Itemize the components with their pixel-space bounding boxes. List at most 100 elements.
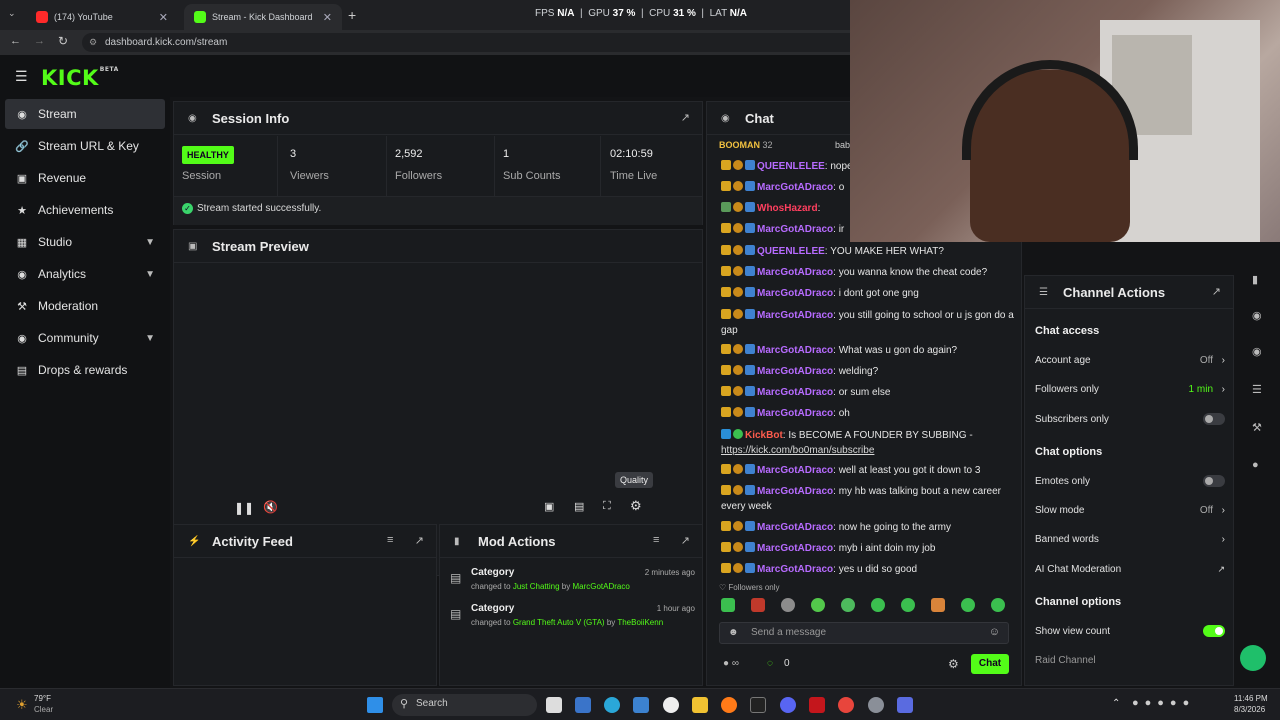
send-chat-button[interactable]: Chat (971, 654, 1009, 674)
edge-icon[interactable] (604, 697, 620, 713)
sidebar-item-stream[interactable]: ◉ Stream (5, 99, 165, 129)
sidebar-item-stream-url-key[interactable]: 🔗 Stream URL & Key (5, 131, 165, 161)
subscribers-only-toggle[interactable] (1203, 413, 1225, 425)
fullscreen-icon[interactable]: ⛶ (603, 500, 611, 513)
pip-icon[interactable]: ▣ (544, 500, 554, 513)
extensions-icon[interactable]: ● (1252, 459, 1259, 471)
chat-username[interactable]: MarcGotADraco (757, 366, 833, 377)
emote-icon[interactable] (901, 598, 915, 612)
windows-start-icon[interactable] (367, 697, 383, 713)
clock-time[interactable]: 11:46 PM (1234, 694, 1268, 703)
sidebar-item-studio[interactable]: ▦ Studio ▼ (5, 227, 165, 257)
banned-words-row[interactable]: Banned words › (1035, 534, 1225, 545)
panel-icon[interactable]: ▮ (1252, 273, 1258, 286)
chat-username[interactable]: MarcGotADraco (757, 564, 833, 575)
file-explorer-icon[interactable] (692, 697, 708, 713)
chat-settings-icon[interactable]: ⚙ (948, 657, 959, 671)
chat-username[interactable]: MarcGotADraco (757, 522, 833, 533)
emoji-icon[interactable]: ☺ (989, 626, 1000, 638)
chat-username[interactable]: QUEENLELEE (757, 246, 825, 257)
wrench-icon[interactable]: ⚒ (1252, 421, 1262, 434)
new-tab-button[interactable]: + (348, 7, 356, 23)
clock-date[interactable]: 8/3/2026 (1234, 705, 1265, 714)
chrome-icon[interactable] (838, 697, 854, 713)
raid-channel-row[interactable]: Raid Channel (1035, 655, 1225, 666)
emote-icon[interactable] (811, 598, 825, 612)
chat-username[interactable]: MarcGotADraco (757, 387, 833, 398)
url-field[interactable]: ⚙ dashboard.kick.com/stream (82, 33, 882, 52)
app-icon[interactable] (809, 697, 825, 713)
tray-icons[interactable]: ●●●●● (1132, 697, 1195, 709)
emote-icon[interactable] (991, 598, 1005, 612)
emote-icon[interactable] (871, 598, 885, 612)
chat-username[interactable]: MarcGotADraco (757, 310, 833, 321)
chat-bubble-icon[interactable]: ◉ (1252, 309, 1262, 322)
broadcast-icon[interactable]: ◉ (1252, 345, 1262, 358)
popout-icon[interactable]: ↗ (681, 111, 690, 124)
sidebar-item-community[interactable]: ◉ Community ▼ (5, 323, 165, 353)
emote-icon[interactable] (721, 598, 735, 612)
users-icon[interactable]: ● ∞ (723, 658, 739, 669)
chat-username[interactable]: KickBot (745, 430, 783, 441)
tab-youtube[interactable]: (174) YouTube ✕ (26, 4, 178, 30)
emote-icon[interactable] (931, 598, 945, 612)
filter-icon[interactable]: ≡ (387, 534, 393, 546)
tab-kick-dashboard[interactable]: Stream - Kick Dashboard ✕ (184, 4, 342, 30)
sidebar-item-analytics[interactable]: ◉ Analytics ▼ (5, 259, 165, 289)
chat-username[interactable]: MarcGotADraco (757, 267, 833, 278)
chat-username[interactable]: MarcGotADraco (757, 486, 833, 497)
sidebar-item-moderation[interactable]: ⚒ Moderation (5, 291, 165, 321)
site-info-icon[interactable]: ⚙ (89, 33, 97, 52)
message-input[interactable]: ☻ Send a message ☺ (719, 622, 1009, 644)
emote-icon[interactable] (781, 598, 795, 612)
chat-username[interactable]: MarcGotADraco (757, 408, 833, 419)
followers-only-row[interactable]: Followers only 1 min › (1035, 384, 1225, 395)
app-icon[interactable] (575, 697, 591, 713)
tab-list-icon[interactable]: ⌄ (8, 8, 16, 19)
emotes-only-toggle[interactable] (1203, 475, 1225, 487)
popout-icon[interactable]: ↗ (1212, 285, 1221, 298)
reload-icon[interactable]: ↻ (58, 34, 68, 48)
sidebar-item-revenue[interactable]: ▣ Revenue (5, 163, 165, 193)
forward-icon[interactable]: → (34, 35, 45, 47)
back-icon[interactable]: ← (10, 35, 21, 47)
emote-icon[interactable] (961, 598, 975, 612)
chat-username[interactable]: MarcGotADraco (757, 288, 833, 299)
points-icon[interactable]: ◌ (767, 658, 773, 669)
list-icon[interactable]: ☰ (1252, 383, 1262, 396)
tray-chevron-icon[interactable]: ⌃ (1112, 698, 1120, 709)
firefox-icon[interactable] (721, 697, 737, 713)
task-view-icon[interactable] (546, 697, 562, 713)
close-tab-icon[interactable]: ✕ (159, 11, 168, 24)
filter-icon[interactable]: ≡ (653, 534, 659, 546)
settings-gear-icon[interactable]: ⚙ (630, 498, 642, 514)
app-icon[interactable] (633, 697, 649, 713)
sidebar-item-drops-rewards[interactable]: ▤ Drops & rewards (5, 355, 165, 385)
taskbar-search[interactable]: ⚲ Search (392, 694, 537, 716)
chat-username[interactable]: QUEENLELEE (757, 161, 825, 172)
chat-username[interactable]: MarcGotADraco (757, 543, 833, 554)
support-icon[interactable] (1240, 645, 1266, 671)
chat-username[interactable]: MarcGotADraco (757, 182, 833, 193)
chat-username[interactable]: MarcGotADraco (757, 345, 833, 356)
close-tab-icon[interactable]: ✕ (323, 11, 332, 24)
settings-icon[interactable] (868, 697, 884, 713)
pause-icon[interactable]: ❚❚ (234, 501, 254, 515)
chat-username[interactable]: WhosHazard (757, 203, 818, 214)
popout-icon[interactable]: ↗ (415, 534, 424, 547)
emote-picker-icon[interactable]: ☻ (728, 627, 739, 638)
chat-username[interactable]: MarcGotADraco (757, 224, 833, 235)
slow-mode-row[interactable]: Slow mode Off › (1035, 505, 1225, 516)
mute-icon[interactable]: 🔇 (263, 500, 278, 514)
emote-icon[interactable] (841, 598, 855, 612)
sidebar-item-achievements[interactable]: ★ Achievements (5, 195, 165, 225)
account-age-row[interactable]: Account age Off › (1035, 355, 1225, 366)
emote-icon[interactable] (751, 598, 765, 612)
chat-username[interactable]: MarcGotADraco (757, 465, 833, 476)
chat-link[interactable]: https://kick.com/bo0man/subscribe (721, 445, 874, 456)
ai-chat-moderation-row[interactable]: AI Chat Moderation ↗ (1035, 564, 1225, 575)
popout-icon[interactable]: ↗ (681, 534, 690, 547)
kick-logo[interactable]: KICKBETA (41, 66, 119, 90)
app-icon[interactable] (663, 697, 679, 713)
theater-icon[interactable]: ▤ (574, 500, 584, 513)
